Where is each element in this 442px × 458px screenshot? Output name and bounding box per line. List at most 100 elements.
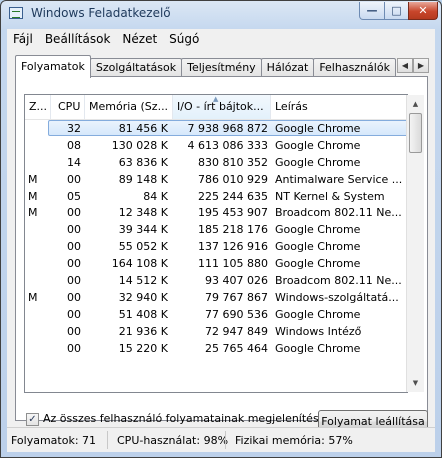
process-row[interactable]: 14 63 836 K 830 810 352 Google Chrome [25,154,407,171]
column-header-io-write-label: I/O - írt bájtok... [177,100,264,113]
process-row[interactable]: 00 15 220 K 25 765 464 Google Chrome [25,340,407,357]
tab-networking[interactable]: Hálózat [260,58,315,77]
process-description: Google Chrome [275,155,361,169]
process-description: Windows-szolgáltatá... [275,290,399,304]
menu-options[interactable]: Beállítások [39,32,117,46]
column-header-session[interactable]: Z... [25,95,51,119]
process-cpu: 00 [67,172,81,186]
tab-strip: Folyamatok Szolgáltatások Teljesítmény H… [15,55,396,78]
process-io-write: 225 244 635 [198,189,268,203]
vertical-scrollbar[interactable]: ▲ ▼ [406,95,424,392]
process-cpu: 14 [67,155,81,169]
process-memory: 15 220 K [118,341,168,355]
process-description: Google Chrome [275,223,361,237]
process-memory: 63 836 K [118,155,168,169]
process-description: Windows Intéző [275,324,362,338]
scroll-down-icon[interactable]: ▼ [408,375,423,391]
process-io-write: 185 218 176 [198,223,268,237]
menu-bar: Fájl Beállítások Nézet Súgó [7,29,435,49]
process-session [28,255,46,272]
process-memory: 164 108 K [111,257,168,271]
window-title: Windows Feladatkezelő [31,6,171,20]
status-process-count: Folyamatok: 71 [11,434,97,447]
process-memory: 51 408 K [118,307,168,321]
process-cpu: 08 [67,138,81,152]
process-row[interactable]: 00 55 052 K 137 126 916 Google Chrome [25,238,407,255]
close-button[interactable]: ✕ [408,2,438,20]
tab-scroll-right-button[interactable]: ▶ [413,58,429,73]
process-session: M [28,206,38,220]
process-description: Google Chrome [275,257,361,271]
menu-file[interactable]: Fájl [7,32,39,46]
process-row[interactable]: M 00 12 348 K 195 453 907 Broadcom 802.11 Ne… [25,204,407,221]
process-session [28,120,46,137]
column-header-io-write[interactable]: ▲ I/O - írt bájtok... [173,95,271,119]
task-manager-icon [9,7,23,19]
process-row[interactable]: M 00 89 148 K 786 010 929 Antimalware Servic… [25,171,407,188]
status-divider [225,431,226,449]
column-header-description[interactable]: Leírás [271,95,407,119]
process-description: Google Chrome [275,307,361,321]
process-io-write: 25 765 464 [205,341,268,355]
process-row[interactable]: M 05 84 K 225 244 635 NT Kernel & System [25,188,407,205]
process-row[interactable]: 00 14 512 K 93 407 026 Broadcom 802.11 Ne..… [25,272,407,289]
minimize-button[interactable]: — [359,2,385,20]
show-all-users-label[interactable]: Az összes felhasználó folyamatainak megj… [43,412,325,425]
process-session [28,137,46,154]
maximize-button[interactable]: □ [384,2,409,20]
process-cpu: 32 [67,122,81,135]
process-cpu: 00 [67,257,81,271]
process-io-write: 77 690 536 [205,307,268,321]
process-row[interactable]: M 00 32 940 K 79 767 867 Windows-szolgáltatá… [25,289,407,306]
process-cpu: 00 [67,307,81,321]
process-memory: 81 456 K [118,122,168,135]
tab-scroll-left-button[interactable]: ◀ [397,58,413,73]
process-row[interactable]: 00 39 344 K 185 218 176 Google Chrome [25,221,407,238]
process-session: M [28,172,38,186]
process-session: M [28,189,38,203]
column-header-cpu[interactable]: CPU [51,95,85,119]
column-header-row: Z... CPU Memória (Sz... ▲ I/O - írt bájt… [25,95,407,120]
process-memory: 12 348 K [118,206,168,220]
process-session [28,221,46,238]
title-bar[interactable]: Windows Feladatkezelő — □ ✕ [1,1,441,27]
process-io-write: 111 105 880 [198,257,268,271]
tab-processes[interactable]: Folyamatok [15,55,91,78]
scrollbar-thumb[interactable] [409,113,422,153]
process-io-write: 4 613 086 333 [187,138,268,152]
process-session [28,154,46,171]
tab-users[interactable]: Felhasználók [313,58,396,77]
process-io-write: 79 767 867 [205,290,268,304]
menu-help[interactable]: Súgó [163,32,205,46]
sort-ascending-icon: ▲ [213,95,219,103]
status-physical-memory: Fizikai memória: 57% [235,434,353,447]
process-io-write: 830 810 352 [198,155,268,169]
scroll-up-icon[interactable]: ▲ [408,96,423,112]
process-session [28,238,46,255]
tab-performance[interactable]: Teljesítmény [181,58,262,77]
process-row[interactable]: 08 130 028 K 4 613 086 333 Google Chrome [25,137,407,154]
process-row[interactable]: 00 51 408 K 77 690 536 Google Chrome [25,306,407,323]
process-memory: 84 K [143,189,168,203]
process-description: Google Chrome [275,240,361,254]
menu-view[interactable]: Nézet [116,32,163,46]
process-io-write: 72 947 849 [205,324,268,338]
client-area: Folyamatok Szolgáltatások Teljesítmény H… [7,49,435,433]
status-bar: Folyamatok: 71 CPU-használat: 98% Fizika… [7,427,435,452]
process-row[interactable]: 00 164 108 K 111 105 880 Google Chrome [25,255,407,272]
process-description: Google Chrome [275,122,361,135]
process-description: NT Kernel & System [275,189,385,203]
process-memory: 89 148 K [118,172,168,186]
tab-services[interactable]: Szolgáltatások [89,58,183,77]
process-cpu: 00 [67,223,81,237]
process-list[interactable]: Z... CPU Memória (Sz... ▲ I/O - írt bájt… [24,94,408,393]
process-rows: 32 81 456 K 7 938 968 872 Google Chrome 08 13… [25,120,407,356]
process-row[interactable]: 00 21 936 K 72 947 849 Windows Intéző [25,323,407,340]
show-all-users-checkbox[interactable]: ✓ [26,413,39,426]
column-header-memory[interactable]: Memória (Sz... [85,95,173,119]
process-description: Google Chrome [275,341,361,355]
process-session [28,323,46,340]
process-row[interactable]: 32 81 456 K 7 938 968 872 Google Chrome [25,120,407,137]
process-cpu: 00 [67,324,81,338]
task-manager-window: Windows Feladatkezelő — □ ✕ Fájl Beállít… [0,0,442,458]
